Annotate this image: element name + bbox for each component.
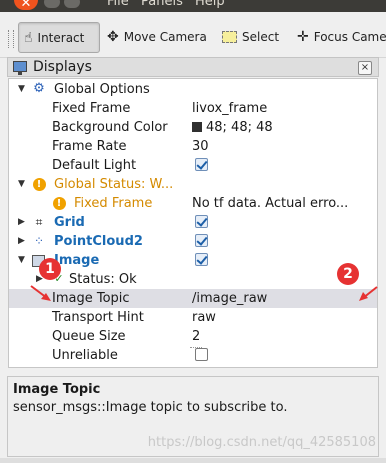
displays-tree: ▼ ⚙ Global Options Fixed Frame livox_fra… xyxy=(8,78,378,368)
focus-camera-tool-button[interactable]: ✛ Focus Camera xyxy=(297,22,386,51)
pointcloud2-enabled-checkbox[interactable] xyxy=(195,234,208,247)
watermark-text: https://blog.csdn.net/qq_42585108 xyxy=(147,435,376,450)
tree-row-queue-size[interactable]: Queue Size 2 xyxy=(9,327,377,346)
select-box-icon xyxy=(222,30,237,43)
tree-row-fixed-frame[interactable]: Fixed Frame livox_frame xyxy=(9,99,377,118)
focus-camera-icon: ✛ xyxy=(297,28,309,45)
fixed-frame-status-message: No tf data. Actual erro... xyxy=(192,196,349,211)
status-label: Fixed Frame xyxy=(74,196,153,211)
frame-rate-value[interactable]: 30 xyxy=(192,137,209,156)
transport-hint-value[interactable]: raw xyxy=(192,308,216,327)
menu-file[interactable]: File xyxy=(107,0,129,9)
property-label: Default Light xyxy=(52,158,137,173)
background-color-value[interactable]: 48; 48; 48 xyxy=(192,118,273,137)
tree-row-fixed-frame-status[interactable]: ! Fixed Frame No tf data. Actual erro... xyxy=(9,194,377,213)
tree-row-image-topic[interactable]: Image Topic /image_raw xyxy=(9,289,377,308)
property-label: Fixed Frame xyxy=(52,101,131,116)
annotation-badge-2: 2 xyxy=(337,263,359,285)
move-camera-tool-label: Move Camera xyxy=(123,29,207,44)
move-camera-tool-button[interactable]: ✥ Move Camera xyxy=(107,22,207,51)
toolbar-grip-handle[interactable] xyxy=(8,30,14,48)
menu-help[interactable]: Help xyxy=(195,0,225,9)
focus-camera-tool-label: Focus Camera xyxy=(313,29,386,44)
expand-arrow-icon[interactable]: ▼ xyxy=(18,175,25,194)
tree-item-label: PointCloud2 xyxy=(54,234,143,249)
status-label: Status: Ok xyxy=(69,272,137,287)
default-light-checkbox[interactable] xyxy=(195,158,208,171)
warning-icon: ! xyxy=(52,196,66,210)
window-maximize-button[interactable] xyxy=(64,0,80,8)
expand-arrow-icon[interactable]: ▶ xyxy=(18,213,25,232)
tree-row-image-status[interactable]: ▶ ✓ Status: Ok xyxy=(9,270,377,289)
image-topic-value[interactable]: /image_raw xyxy=(192,289,267,308)
gear-icon: ⚙ xyxy=(33,81,45,96)
interact-tool-label: Interact xyxy=(37,30,85,45)
property-label: Unreliable xyxy=(52,348,118,363)
displays-panel-header: Displays × xyxy=(7,57,379,77)
window-close-button[interactable]: ✕ xyxy=(14,0,38,11)
tree-row-default-light[interactable]: Default Light xyxy=(9,156,377,175)
tree-row-frame-rate[interactable]: Frame Rate 30 xyxy=(9,137,377,156)
toolbar: ☝ Interact ✥ Move Camera Select ✛ Focus … xyxy=(0,12,386,58)
select-tool-label: Select xyxy=(242,29,280,44)
expand-arrow-icon[interactable]: ▼ xyxy=(18,251,25,270)
queue-size-value[interactable]: 2 xyxy=(192,327,200,346)
interact-tool-button[interactable]: ☝ Interact xyxy=(18,22,100,53)
description-text: sensor_msgs::Image topic to subscribe to… xyxy=(13,400,288,415)
expand-arrow-icon[interactable]: ▶ xyxy=(18,232,25,251)
column-splitter-handle[interactable] xyxy=(190,347,202,354)
tree-item-label: Grid xyxy=(54,215,85,230)
tree-row-transport-hint[interactable]: Transport Hint raw xyxy=(9,308,377,327)
tree-row-pointcloud2[interactable]: ▶ ⁘ PointCloud2 xyxy=(9,232,377,251)
grid-enabled-checkbox[interactable] xyxy=(195,215,208,228)
property-label: Queue Size xyxy=(52,329,126,344)
grid-icon: ⌗ xyxy=(35,215,43,229)
menu-panels[interactable]: Panels xyxy=(141,0,183,9)
displays-panel: Displays × ▼ ⚙ Global Options Fixed Fram… xyxy=(7,57,379,368)
hand-pointer-icon: ☝ xyxy=(24,29,33,46)
expand-arrow-icon[interactable]: ▼ xyxy=(18,80,25,99)
background-color-text: 48; 48; 48 xyxy=(206,120,273,135)
fixed-frame-value[interactable]: livox_frame xyxy=(192,99,267,118)
annotation-badge-1: 1 xyxy=(39,258,61,280)
description-title: Image Topic xyxy=(13,382,101,397)
property-label: Frame Rate xyxy=(52,139,127,154)
tree-item-label: Global Options xyxy=(54,82,150,97)
menu-bar: ✕ File Panels Help xyxy=(0,0,386,12)
property-label: Background Color xyxy=(52,120,168,135)
color-swatch xyxy=(192,122,202,132)
warning-icon: ! xyxy=(32,177,46,191)
image-enabled-checkbox[interactable] xyxy=(195,253,208,266)
panel-close-button[interactable]: × xyxy=(358,61,372,75)
property-label: Image Topic xyxy=(52,291,130,306)
tree-item-label: Global Status: W... xyxy=(54,177,174,192)
pointcloud-icon: ⁘ xyxy=(33,234,45,248)
displays-panel-title: Displays xyxy=(33,59,92,75)
tree-row-global-options[interactable]: ▼ ⚙ Global Options xyxy=(9,80,377,99)
property-label: Transport Hint xyxy=(52,310,144,325)
tree-row-global-status[interactable]: ▼ ! Global Status: W... xyxy=(9,175,377,194)
status-bar xyxy=(0,458,386,463)
window-minimize-button[interactable] xyxy=(44,0,60,8)
tree-row-image[interactable]: ▼ Image xyxy=(9,251,377,270)
monitor-icon xyxy=(13,61,27,75)
tree-row-grid[interactable]: ▶ ⌗ Grid xyxy=(9,213,377,232)
tree-row-background-color[interactable]: Background Color 48; 48; 48 xyxy=(9,118,377,137)
select-tool-button[interactable]: Select xyxy=(222,22,279,51)
move-camera-icon: ✥ xyxy=(107,28,119,45)
